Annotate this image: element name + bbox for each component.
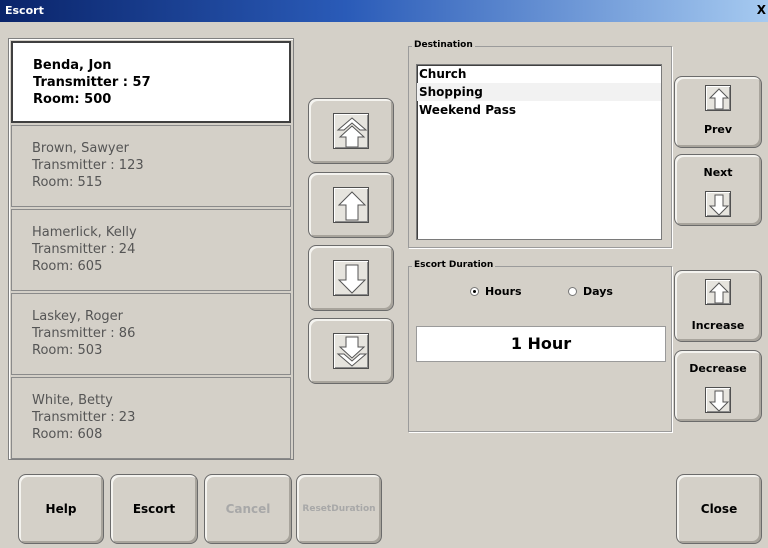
resident-item[interactable]: Laskey, Roger Transmitter : 86 Room: 503 <box>11 293 291 375</box>
resident-room: Room: 500 <box>33 92 112 107</box>
escort-label: Escort <box>132 502 176 516</box>
hours-radio[interactable]: Hours <box>470 285 522 298</box>
decrease-label: Decrease <box>689 362 747 375</box>
destination-item[interactable]: Weekend Pass <box>417 101 661 119</box>
resident-name: Brown, Sawyer <box>32 141 129 156</box>
title-bar: Escort X <box>0 0 768 22</box>
increase-button[interactable]: Increase <box>674 270 762 342</box>
radio-unselected-icon <box>568 287 577 296</box>
scroll-up-button[interactable] <box>308 172 394 238</box>
resident-name: Hamerlick, Kelly <box>32 225 137 240</box>
resident-transmitter: Transmitter : 57 <box>33 75 151 90</box>
resident-transmitter: Transmitter : 123 <box>32 158 144 173</box>
resident-name: White, Betty <box>32 393 113 408</box>
up-arrow-icon <box>705 279 731 305</box>
decrease-button[interactable]: Decrease <box>674 350 762 422</box>
help-label: Help <box>45 502 77 516</box>
destination-item[interactable]: Shopping <box>417 83 661 101</box>
page-up-button[interactable] <box>308 98 394 164</box>
resident-room: Room: 608 <box>32 427 103 442</box>
increase-label: Increase <box>691 319 745 332</box>
escort-duration-label: Escort Duration <box>412 260 496 270</box>
up-arrow-icon <box>705 85 731 111</box>
down-arrow-icon <box>705 191 731 217</box>
escort-window: Escort X Benda, Jon Transmitter : 57 Roo… <box>0 0 768 548</box>
window-title: Escort <box>5 4 44 17</box>
duration-value: 1 Hour <box>416 326 666 362</box>
resident-name: Laskey, Roger <box>32 309 123 324</box>
resident-transmitter: Transmitter : 24 <box>32 242 136 257</box>
hours-label: Hours <box>485 285 522 298</box>
reset-duration-line-1: Reset <box>302 504 332 514</box>
close-button[interactable]: Close <box>676 474 762 544</box>
resident-room: Room: 515 <box>32 175 103 190</box>
next-label: Next <box>703 166 733 179</box>
resident-room: Room: 503 <box>32 343 103 358</box>
next-button[interactable]: Next <box>674 154 762 226</box>
close-label: Close <box>700 502 738 516</box>
down-arrow-icon <box>333 260 369 296</box>
reset-duration-line-2: Duration <box>331 504 376 514</box>
days-label: Days <box>583 285 613 298</box>
down-arrow-icon <box>705 387 731 413</box>
prev-button[interactable]: Prev <box>674 76 762 148</box>
double-up-arrow-icon <box>333 113 369 149</box>
prev-label: Prev <box>703 123 733 136</box>
resident-item[interactable]: Brown, Sawyer Transmitter : 123 Room: 51… <box>11 125 291 207</box>
destination-item[interactable]: Church <box>417 65 661 83</box>
cancel-label: Cancel <box>225 502 271 516</box>
resident-room: Room: 605 <box>32 259 103 274</box>
double-down-arrow-icon <box>333 333 369 369</box>
help-button[interactable]: Help <box>18 474 104 544</box>
resident-name: Benda, Jon <box>33 58 112 73</box>
scroll-down-button[interactable] <box>308 245 394 311</box>
resident-item[interactable]: Benda, Jon Transmitter : 57 Room: 500 <box>11 41 291 123</box>
reset-duration-button[interactable]: Reset Duration <box>296 474 382 544</box>
up-arrow-icon <box>333 187 369 223</box>
resident-transmitter: Transmitter : 86 <box>32 326 136 341</box>
reset-duration-label: Reset Duration <box>297 475 381 543</box>
resident-item[interactable]: White, Betty Transmitter : 23 Room: 608 <box>11 377 291 459</box>
days-radio[interactable]: Days <box>568 285 613 298</box>
resident-list: Benda, Jon Transmitter : 57 Room: 500 Br… <box>8 38 294 460</box>
resident-transmitter: Transmitter : 23 <box>32 410 136 425</box>
radio-selected-icon <box>470 287 479 296</box>
escort-button[interactable]: Escort <box>110 474 198 544</box>
page-down-button[interactable] <box>308 318 394 384</box>
resident-item[interactable]: Hamerlick, Kelly Transmitter : 24 Room: … <box>11 209 291 291</box>
destination-list: Church Shopping Weekend Pass <box>416 64 662 240</box>
destination-label: Destination <box>412 40 475 50</box>
close-window-icon[interactable]: X <box>757 3 766 17</box>
cancel-button[interactable]: Cancel <box>204 474 292 544</box>
